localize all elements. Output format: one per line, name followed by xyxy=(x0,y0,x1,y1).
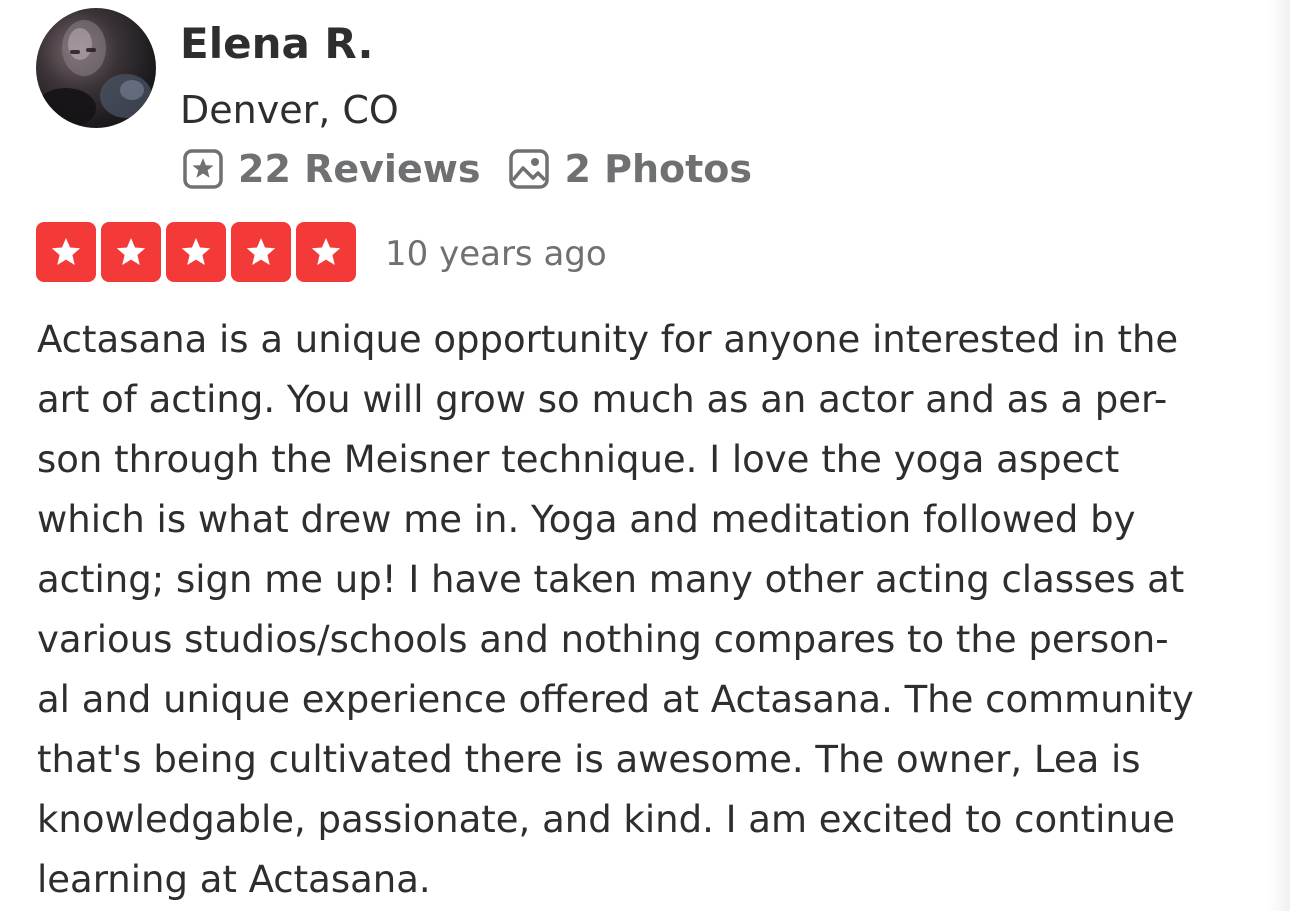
review-text-line: son through the Meisner technique. I lov… xyxy=(37,438,1120,481)
star-icon xyxy=(246,238,276,265)
rating-star-4 xyxy=(231,222,291,282)
star-rating xyxy=(36,222,361,282)
review-text-line: that's being cultivated there is awesome… xyxy=(37,738,1141,781)
user-stats: 22 Reviews 2 Photos xyxy=(182,141,780,197)
review-text: Actasana is a unique opportunity for any… xyxy=(37,310,1259,910)
photos-count: 2 Photos xyxy=(508,141,752,197)
review-text-line: Actasana is a unique opportunity for any… xyxy=(37,318,1179,361)
rating-star-3 xyxy=(166,222,226,282)
photo-icon xyxy=(508,148,550,190)
review-text-line: art of acting. You will grow so much as … xyxy=(37,378,1168,421)
review-text-line: al and unique experience offered at Acta… xyxy=(37,678,1194,721)
user-location: Denver, CO xyxy=(180,88,399,132)
review-text-line: learning at Actasana. xyxy=(37,858,431,901)
reviews-count: 22 Reviews xyxy=(182,141,480,197)
star-icon xyxy=(311,238,341,265)
user-avatar[interactable] xyxy=(36,8,156,128)
rating-star-2 xyxy=(101,222,161,282)
review-text-line: knowledgable, passionate, and kind. I am… xyxy=(37,798,1176,841)
page-edge-shadow xyxy=(1268,0,1290,911)
star-icon xyxy=(116,238,146,265)
review-text-line: which is what drew me in. Yoga and medit… xyxy=(37,498,1136,541)
review-date: 10 years ago xyxy=(385,234,607,274)
review-card: Elena R. Denver, CO 22 Reviews 2 Photos xyxy=(0,0,1268,911)
review-text-line: various studios/schools and nothing comp… xyxy=(37,618,1169,661)
photos-count-label: 2 Photos xyxy=(564,147,753,191)
avatar-photo-icon xyxy=(36,20,152,128)
star-square-icon xyxy=(182,148,224,190)
reviews-count-label: 22 Reviews xyxy=(238,147,481,191)
rating-star-5 xyxy=(296,222,356,282)
rating-star-1 xyxy=(36,222,96,282)
star-icon xyxy=(181,238,211,265)
review-text-line: acting; sign me up! I have taken many ot… xyxy=(37,558,1185,601)
user-name[interactable]: Elena R. xyxy=(180,14,374,74)
star-icon xyxy=(51,238,81,265)
